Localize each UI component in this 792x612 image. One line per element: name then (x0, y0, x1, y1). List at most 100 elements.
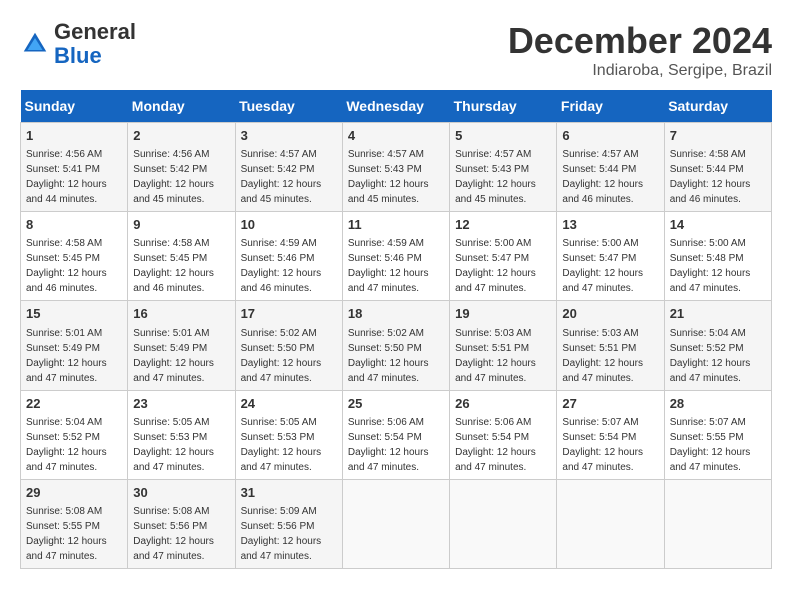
header-friday: Friday (557, 90, 664, 123)
calendar-cell: 15Sunrise: 5:01 AM Sunset: 5:49 PM Dayli… (21, 301, 128, 390)
calendar-cell: 19 Sunrise: 5:03 AM Sunset: 5:51 PM Dayli… (450, 301, 557, 390)
calendar-cell (664, 479, 771, 568)
day-number: 14 (670, 216, 766, 234)
calendar-cell: 22 Sunrise: 5:04 AM Sunset: 5:52 PM Dayli… (21, 390, 128, 479)
calendar-cell: 26 Sunrise: 5:06 AM Sunset: 5:54 PM Dayli… (450, 390, 557, 479)
day-info: Sunrise: 4:59 AM Sunset: 5:46 PM Dayligh… (348, 236, 444, 296)
location: Indiaroba, Sergipe, Brazil (508, 62, 772, 80)
calendar-week-4: 22 Sunrise: 5:04 AM Sunset: 5:52 PM Dayli… (21, 390, 772, 479)
calendar-cell: 10Sunrise: 4:59 AM Sunset: 5:46 PM Dayli… (235, 212, 342, 301)
header-monday: Monday (128, 90, 235, 123)
calendar-cell: 6Sunrise: 4:57 AM Sunset: 5:44 PM Daylig… (557, 123, 664, 212)
calendar-cell: 17 Sunrise: 5:02 AM Sunset: 5:50 PM Dayli… (235, 301, 342, 390)
calendar-week-2: 8 Sunrise: 4:58 AM Sunset: 5:45 PM Daylig… (21, 212, 772, 301)
day-info: Sunrise: 5:08 AM Sunset: 5:56 PM Dayligh… (133, 504, 229, 564)
header-tuesday: Tuesday (235, 90, 342, 123)
day-info: Sunrise: 5:06 AM Sunset: 5:54 PM Dayligh… (455, 415, 551, 475)
calendar-header-row: SundayMondayTuesdayWednesdayThursdayFrid… (21, 90, 772, 123)
calendar-cell: 16 Sunrise: 5:01 AM Sunset: 5:49 PM Dayli… (128, 301, 235, 390)
day-number: 29 (26, 484, 122, 502)
calendar-cell: 14 Sunrise: 5:00 AM Sunset: 5:48 PM Dayli… (664, 212, 771, 301)
day-info: Sunrise: 5:06 AM Sunset: 5:54 PM Dayligh… (348, 415, 444, 475)
day-info: Sunrise: 5:02 AM Sunset: 5:50 PM Dayligh… (241, 326, 337, 386)
calendar-cell: 23Sunrise: 5:05 AM Sunset: 5:53 PM Dayli… (128, 390, 235, 479)
day-number: 10 (241, 216, 337, 234)
calendar-cell: 28 Sunrise: 5:07 AM Sunset: 5:55 PM Dayli… (664, 390, 771, 479)
day-number: 13 (562, 216, 658, 234)
logo: General Blue (20, 20, 136, 68)
calendar-week-5: 29 Sunrise: 5:08 AM Sunset: 5:55 PM Dayli… (21, 479, 772, 568)
day-info: Sunrise: 5:04 AM Sunset: 5:52 PM Dayligh… (670, 326, 766, 386)
day-info: Sunrise: 4:58 AM Sunset: 5:45 PM Dayligh… (26, 236, 122, 296)
day-info: Sunrise: 5:07 AM Sunset: 5:54 PM Dayligh… (562, 415, 658, 475)
logo-text: General Blue (54, 20, 136, 68)
calendar-cell: 12 Sunrise: 5:00 AM Sunset: 5:47 PM Dayli… (450, 212, 557, 301)
day-number: 27 (562, 395, 658, 413)
day-number: 26 (455, 395, 551, 413)
day-number: 9 (133, 216, 229, 234)
header-saturday: Saturday (664, 90, 771, 123)
day-info: Sunrise: 5:08 AM Sunset: 5:55 PM Dayligh… (26, 504, 122, 564)
logo-blue: Blue (54, 43, 102, 68)
day-info: Sunrise: 4:57 AM Sunset: 5:42 PM Dayligh… (241, 147, 337, 207)
day-number: 22 (26, 395, 122, 413)
day-info: Sunrise: 4:57 AM Sunset: 5:43 PM Dayligh… (348, 147, 444, 207)
day-number: 2 (133, 127, 229, 145)
day-number: 18 (348, 305, 444, 323)
day-number: 6 (562, 127, 658, 145)
header-sunday: Sunday (21, 90, 128, 123)
header-thursday: Thursday (450, 90, 557, 123)
day-info: Sunrise: 5:03 AM Sunset: 5:51 PM Dayligh… (455, 326, 551, 386)
calendar-cell: 24Sunrise: 5:05 AM Sunset: 5:53 PM Dayli… (235, 390, 342, 479)
day-info: Sunrise: 5:01 AM Sunset: 5:49 PM Dayligh… (133, 326, 229, 386)
day-info: Sunrise: 5:03 AM Sunset: 5:51 PM Dayligh… (562, 326, 658, 386)
day-number: 31 (241, 484, 337, 502)
day-number: 8 (26, 216, 122, 234)
title-area: December 2024 Indiaroba, Sergipe, Brazil (508, 20, 772, 80)
day-info: Sunrise: 5:04 AM Sunset: 5:52 PM Dayligh… (26, 415, 122, 475)
calendar-cell: 21 Sunrise: 5:04 AM Sunset: 5:52 PM Dayli… (664, 301, 771, 390)
calendar-cell: 13 Sunrise: 5:00 AM Sunset: 5:47 PM Dayli… (557, 212, 664, 301)
calendar-week-3: 15Sunrise: 5:01 AM Sunset: 5:49 PM Dayli… (21, 301, 772, 390)
logo-icon (20, 29, 50, 59)
day-number: 17 (241, 305, 337, 323)
calendar-week-1: 1 Sunrise: 4:56 AM Sunset: 5:41 PM Daylig… (21, 123, 772, 212)
day-info: Sunrise: 4:58 AM Sunset: 5:44 PM Dayligh… (670, 147, 766, 207)
day-info: Sunrise: 5:00 AM Sunset: 5:48 PM Dayligh… (670, 236, 766, 296)
day-info: Sunrise: 5:00 AM Sunset: 5:47 PM Dayligh… (455, 236, 551, 296)
day-number: 1 (26, 127, 122, 145)
calendar-table: SundayMondayTuesdayWednesdayThursdayFrid… (20, 90, 772, 569)
day-number: 28 (670, 395, 766, 413)
calendar-cell: 3Sunrise: 4:57 AM Sunset: 5:42 PM Daylig… (235, 123, 342, 212)
calendar-cell (342, 479, 449, 568)
calendar-cell: 5 Sunrise: 4:57 AM Sunset: 5:43 PM Daylig… (450, 123, 557, 212)
day-info: Sunrise: 4:57 AM Sunset: 5:43 PM Dayligh… (455, 147, 551, 207)
calendar-cell: 11 Sunrise: 4:59 AM Sunset: 5:46 PM Dayli… (342, 212, 449, 301)
day-number: 19 (455, 305, 551, 323)
calendar-cell: 4Sunrise: 4:57 AM Sunset: 5:43 PM Daylig… (342, 123, 449, 212)
day-number: 5 (455, 127, 551, 145)
day-number: 11 (348, 216, 444, 234)
calendar-cell: 7 Sunrise: 4:58 AM Sunset: 5:44 PM Daylig… (664, 123, 771, 212)
month-title: December 2024 (508, 20, 772, 62)
calendar-cell (557, 479, 664, 568)
page-header: General Blue December 2024 Indiaroba, Se… (20, 20, 772, 80)
calendar-cell: 29 Sunrise: 5:08 AM Sunset: 5:55 PM Dayli… (21, 479, 128, 568)
day-number: 20 (562, 305, 658, 323)
day-info: Sunrise: 5:07 AM Sunset: 5:55 PM Dayligh… (670, 415, 766, 475)
day-info: Sunrise: 4:56 AM Sunset: 5:41 PM Dayligh… (26, 147, 122, 207)
day-number: 25 (348, 395, 444, 413)
day-number: 23 (133, 395, 229, 413)
calendar-cell: 18 Sunrise: 5:02 AM Sunset: 5:50 PM Dayli… (342, 301, 449, 390)
day-info: Sunrise: 4:56 AM Sunset: 5:42 PM Dayligh… (133, 147, 229, 207)
day-info: Sunrise: 5:02 AM Sunset: 5:50 PM Dayligh… (348, 326, 444, 386)
calendar-cell (450, 479, 557, 568)
day-number: 16 (133, 305, 229, 323)
day-info: Sunrise: 5:00 AM Sunset: 5:47 PM Dayligh… (562, 236, 658, 296)
day-number: 21 (670, 305, 766, 323)
day-number: 7 (670, 127, 766, 145)
calendar-cell: 27 Sunrise: 5:07 AM Sunset: 5:54 PM Dayli… (557, 390, 664, 479)
day-number: 12 (455, 216, 551, 234)
calendar-cell: 8 Sunrise: 4:58 AM Sunset: 5:45 PM Daylig… (21, 212, 128, 301)
calendar-cell: 1 Sunrise: 4:56 AM Sunset: 5:41 PM Daylig… (21, 123, 128, 212)
